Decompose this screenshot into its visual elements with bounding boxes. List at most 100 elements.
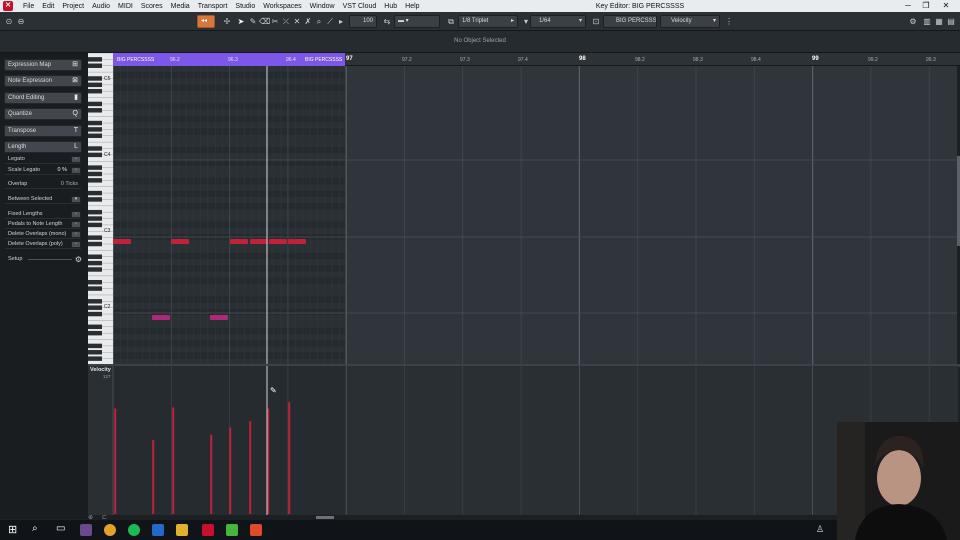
line-tool-icon[interactable]: ⟋: [325, 16, 335, 27]
search-icon[interactable]: ⌕: [32, 523, 38, 534]
menu-help[interactable]: Help: [401, 3, 423, 10]
current-track-select[interactable]: BIG PERCSSSS: [603, 15, 657, 28]
editor-setup-icon[interactable]: ⚙: [908, 16, 918, 27]
draw-cursor-icon: ✎: [270, 386, 277, 395]
legato-option[interactable]: Legato ▫: [5, 155, 81, 164]
midi-note: [210, 315, 228, 320]
chord-editing-icon: ▮: [74, 94, 78, 101]
fixed-lengths-option[interactable]: Fixed Lengths ▫: [5, 210, 81, 219]
quantize-preset-select[interactable]: 1/8 Triplet ▸: [458, 15, 518, 28]
legato-apply-button[interactable]: ▫: [71, 156, 81, 163]
chrome-icon[interactable]: [104, 524, 116, 536]
photoshop-icon[interactable]: [152, 524, 164, 536]
menu-studio[interactable]: Studio: [231, 3, 259, 10]
snap-toggle-icon[interactable]: ⧉: [446, 16, 456, 27]
erase-tool-icon[interactable]: ⌫: [259, 16, 270, 27]
horizontal-scroll-thumb[interactable]: [316, 516, 334, 519]
note-grid[interactable]: [113, 66, 958, 365]
minimize-icon[interactable]: ─: [900, 0, 916, 12]
people-icon[interactable]: ♙: [816, 524, 824, 535]
object-selection-tool-icon[interactable]: ➤: [236, 16, 246, 27]
ruler-label: 99.2: [868, 57, 878, 63]
split-tool-icon[interactable]: ⤫: [281, 16, 291, 27]
auto-scroll-icon[interactable]: ⇆: [382, 16, 392, 27]
velocity-bar: [288, 402, 291, 514]
section-transpose[interactable]: Transpose T: [4, 125, 82, 137]
timeline-ruler[interactable]: BIG PERCSSSS BIG PERCSSSS 96.2 96.3 96.4…: [113, 53, 960, 66]
layout-bottom-icon[interactable]: ▤: [946, 16, 956, 27]
lane-setup-icon[interactable]: ⋮: [724, 16, 734, 27]
scale-legato-apply-button[interactable]: ▫: [71, 167, 81, 174]
setup-window-icon[interactable]: ⊖: [16, 16, 26, 27]
section-expression-map[interactable]: Expression Map ⊞: [4, 59, 82, 71]
fixed-lengths-apply-button[interactable]: ▫: [71, 211, 81, 218]
overlap-value[interactable]: 0 Ticks: [61, 180, 78, 189]
piano-black-key: [88, 350, 102, 355]
between-selected-option[interactable]: Between Selected ▾: [5, 195, 81, 204]
delete-overlaps-poly-option[interactable]: Delete Overlaps (poly) ▫: [5, 240, 81, 249]
piano-black-key: [88, 254, 102, 259]
menu-vst-cloud[interactable]: VST Cloud: [339, 3, 381, 10]
layout-left-icon[interactable]: ▥: [922, 16, 932, 27]
scale-legato-option[interactable]: Scale Legato 0 % ▫: [5, 166, 81, 175]
camtasia-icon[interactable]: [226, 524, 238, 536]
delete-overlaps-mono-button[interactable]: ▫: [71, 231, 81, 238]
menu-media[interactable]: Media: [167, 3, 194, 10]
between-selected-dropdown[interactable]: ▾: [71, 196, 81, 203]
section-chord-editing[interactable]: Chord Editing ▮: [4, 92, 82, 104]
media-app-icon[interactable]: [80, 524, 92, 536]
piano-black-key: [88, 324, 102, 330]
piano-keyboard[interactable]: C5 C4 C3 C2: [88, 53, 113, 365]
menu-midi[interactable]: MIDI: [114, 3, 137, 10]
delete-overlaps-mono-option[interactable]: Delete Overlaps (mono) ▫: [5, 230, 81, 239]
pedals-apply-button[interactable]: ▫: [71, 221, 81, 228]
window-layout-icon[interactable]: ⊙: [4, 16, 14, 27]
velocity-lane[interactable]: Velocity 127 ✎: [88, 366, 958, 516]
spotify-icon[interactable]: [128, 524, 140, 536]
glue-tool-icon[interactable]: ✕: [292, 16, 302, 27]
zoom-value-field[interactable]: 100: [349, 15, 377, 28]
mute-tool-icon[interactable]: ✗: [303, 16, 313, 27]
menu-hub[interactable]: Hub: [380, 3, 401, 10]
section-note-expression[interactable]: Note Expression ⊠: [4, 75, 82, 87]
task-view-icon[interactable]: ▭: [56, 523, 65, 534]
trim-tool-icon[interactable]: ✂: [270, 16, 280, 27]
section-quantize[interactable]: Quantize Q: [4, 108, 82, 120]
colors-menu[interactable]: ▬ ▾: [394, 15, 440, 28]
ruler-label: 96.2: [170, 57, 180, 63]
menu-edit[interactable]: Edit: [38, 3, 58, 10]
ruler-label: 98.2: [635, 57, 645, 63]
gear-icon[interactable]: ⚙: [75, 255, 82, 264]
acoustic-feedback-button[interactable]: ◂◂: [197, 15, 215, 28]
length-quantize-select[interactable]: 1/64 ▾: [530, 15, 586, 28]
windows-start-icon[interactable]: ⊞: [8, 523, 17, 536]
file-explorer-icon[interactable]: [176, 524, 188, 536]
menu-window[interactable]: Window: [306, 3, 339, 10]
play-tool-icon[interactable]: ▸: [336, 16, 346, 27]
menu-workspaces[interactable]: Workspaces: [259, 3, 305, 10]
cubase-taskbar-icon[interactable]: [202, 524, 214, 536]
controller-lane-select[interactable]: Velocity ▾: [660, 15, 720, 28]
scale-legato-value[interactable]: 0 %: [58, 166, 67, 175]
overlap-option[interactable]: Overlap 0 Ticks: [5, 180, 81, 189]
recorder-app-icon[interactable]: [250, 524, 262, 536]
close-icon[interactable]: ✕: [938, 0, 954, 12]
note-grid-canvas: [113, 66, 958, 365]
show-info-icon[interactable]: ✢: [222, 16, 232, 27]
insert-velocity-icon[interactable]: ⊡: [591, 16, 601, 27]
menu-audio[interactable]: Audio: [88, 3, 114, 10]
section-length[interactable]: Length L: [4, 141, 82, 153]
delete-overlaps-poly-button[interactable]: ▫: [71, 241, 81, 248]
setup-row[interactable]: Setup ⚙: [8, 255, 82, 264]
layout-right-icon[interactable]: ▦: [934, 16, 944, 27]
draw-tool-icon[interactable]: ✎: [248, 16, 258, 27]
menu-project[interactable]: Project: [58, 3, 88, 10]
zoom-tool-icon[interactable]: ⌕: [314, 16, 324, 27]
pedals-to-note-length-option[interactable]: Pedals to Note Length ▫: [5, 220, 81, 229]
piano-black-key: [88, 330, 102, 336]
ruler-bar-label: 97: [346, 56, 353, 62]
menu-file[interactable]: File: [19, 3, 38, 10]
menu-transport[interactable]: Transport: [194, 3, 232, 10]
menu-scores[interactable]: Scores: [137, 3, 167, 10]
restore-icon[interactable]: ❐: [918, 0, 934, 12]
